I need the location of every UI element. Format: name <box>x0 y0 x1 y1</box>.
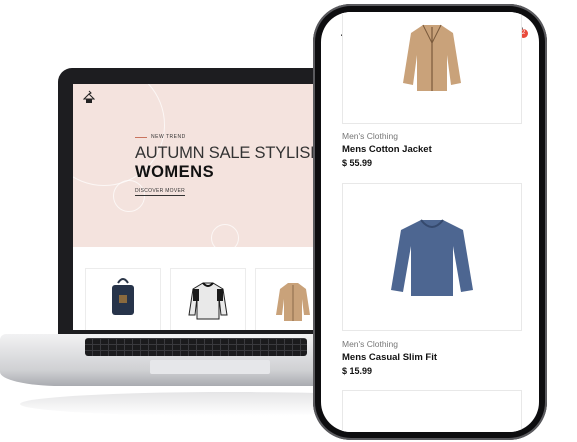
product-card[interactable] <box>342 390 522 432</box>
kicker-line <box>135 136 147 138</box>
product-price: $ 55.99 <box>342 158 373 168</box>
hero-title-line2: WOMENS <box>135 163 215 181</box>
laptop-touchpad <box>150 360 270 374</box>
laptop-keyboard <box>85 338 307 356</box>
sweater-icon <box>188 282 228 320</box>
laptop-display: NEW TREND AUTUMN SALE STYLISH WOMENS DIS… <box>73 84 323 330</box>
product-card[interactable] <box>342 183 522 331</box>
laptop-product-card[interactable] <box>170 268 246 330</box>
device-mockup: NEW TREND AUTUMN SALE STYLISH WOMENS DIS… <box>0 0 577 442</box>
decor-circle <box>113 180 145 212</box>
hero-kicker-text: NEW TREND <box>151 134 186 140</box>
backpack-icon <box>112 278 134 315</box>
hero-banner: NEW TREND AUTUMN SALE STYLISH WOMENS DIS… <box>73 84 323 247</box>
discover-link[interactable]: DISCOVER MOVER <box>135 188 186 196</box>
phone-screen: 2 Men's Clothing Mens Cotton Jacket $ 55… <box>321 12 539 432</box>
product-card[interactable] <box>342 12 522 124</box>
product-name[interactable]: Mens Cotton Jacket <box>342 144 432 155</box>
product-category: Men's Clothing <box>342 339 398 349</box>
laptop-product-card[interactable] <box>85 268 161 330</box>
laptop-product-row <box>85 268 323 330</box>
product-name[interactable]: Mens Casual Slim Fit <box>342 352 437 363</box>
sweater-icon <box>391 219 473 296</box>
product-category: Men's Clothing <box>342 131 398 141</box>
hero-title-line1: AUTUMN SALE STYLISH <box>135 144 322 162</box>
jacket-icon <box>403 24 461 91</box>
hanger-logo-icon[interactable] <box>82 90 96 106</box>
product-price: $ 15.99 <box>342 366 373 376</box>
decor-circle <box>211 224 239 247</box>
hero-kicker: NEW TREND <box>135 134 186 140</box>
